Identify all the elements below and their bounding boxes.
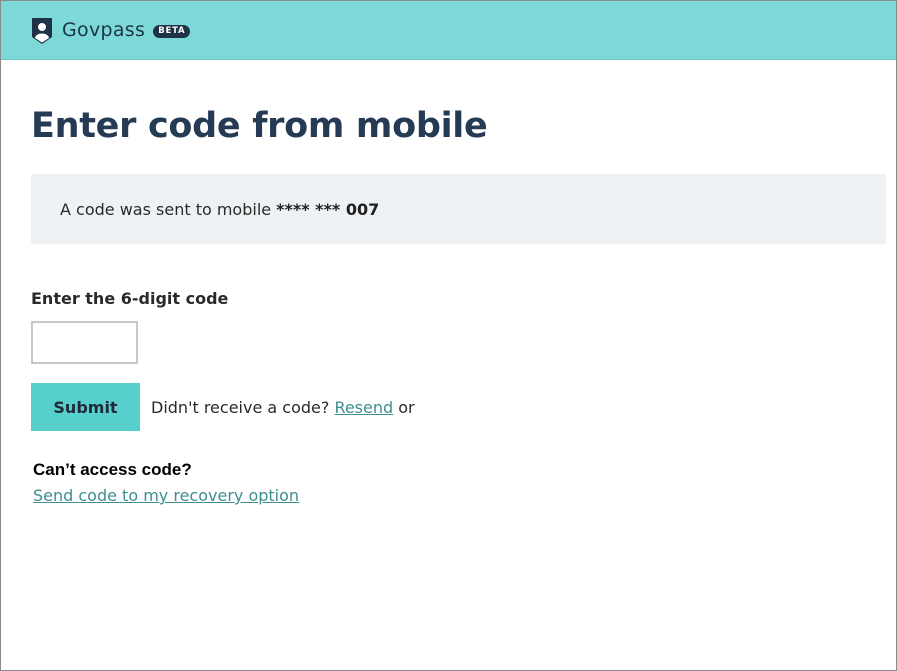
notice-text: A code was sent to mobile (60, 199, 272, 219)
header-bar: Govpass BETA (1, 1, 896, 60)
recovery-option-link[interactable]: Send code to my recovery option (33, 486, 299, 505)
page-title: Enter code from mobile (31, 106, 488, 146)
code-sent-notice: A code was sent to mobile **** *** 007 (31, 174, 886, 244)
code-input[interactable] (31, 321, 138, 364)
resend-link[interactable]: Resend (334, 398, 393, 417)
shield-user-icon (32, 18, 52, 44)
resend-suffix-text: or (398, 397, 415, 417)
code-field-label: Enter the 6-digit code (31, 289, 229, 308)
brand-name[interactable]: Govpass (62, 19, 145, 41)
cant-access-heading: Can’t access code? (33, 460, 192, 479)
beta-badge: BETA (153, 24, 191, 38)
submit-button[interactable]: Submit (31, 383, 140, 431)
resend-prompt: Didn't receive a code? Resend or (151, 398, 415, 417)
app-window: Govpass BETA Enter code from mobile A co… (0, 0, 897, 671)
masked-phone-number: **** *** 007 (276, 199, 380, 219)
main-content: Enter code from mobile A code was sent t… (1, 104, 896, 506)
resend-prompt-text: Didn't receive a code? (151, 397, 330, 417)
form-actions: Submit Didn't receive a code? Resend or (31, 383, 886, 431)
